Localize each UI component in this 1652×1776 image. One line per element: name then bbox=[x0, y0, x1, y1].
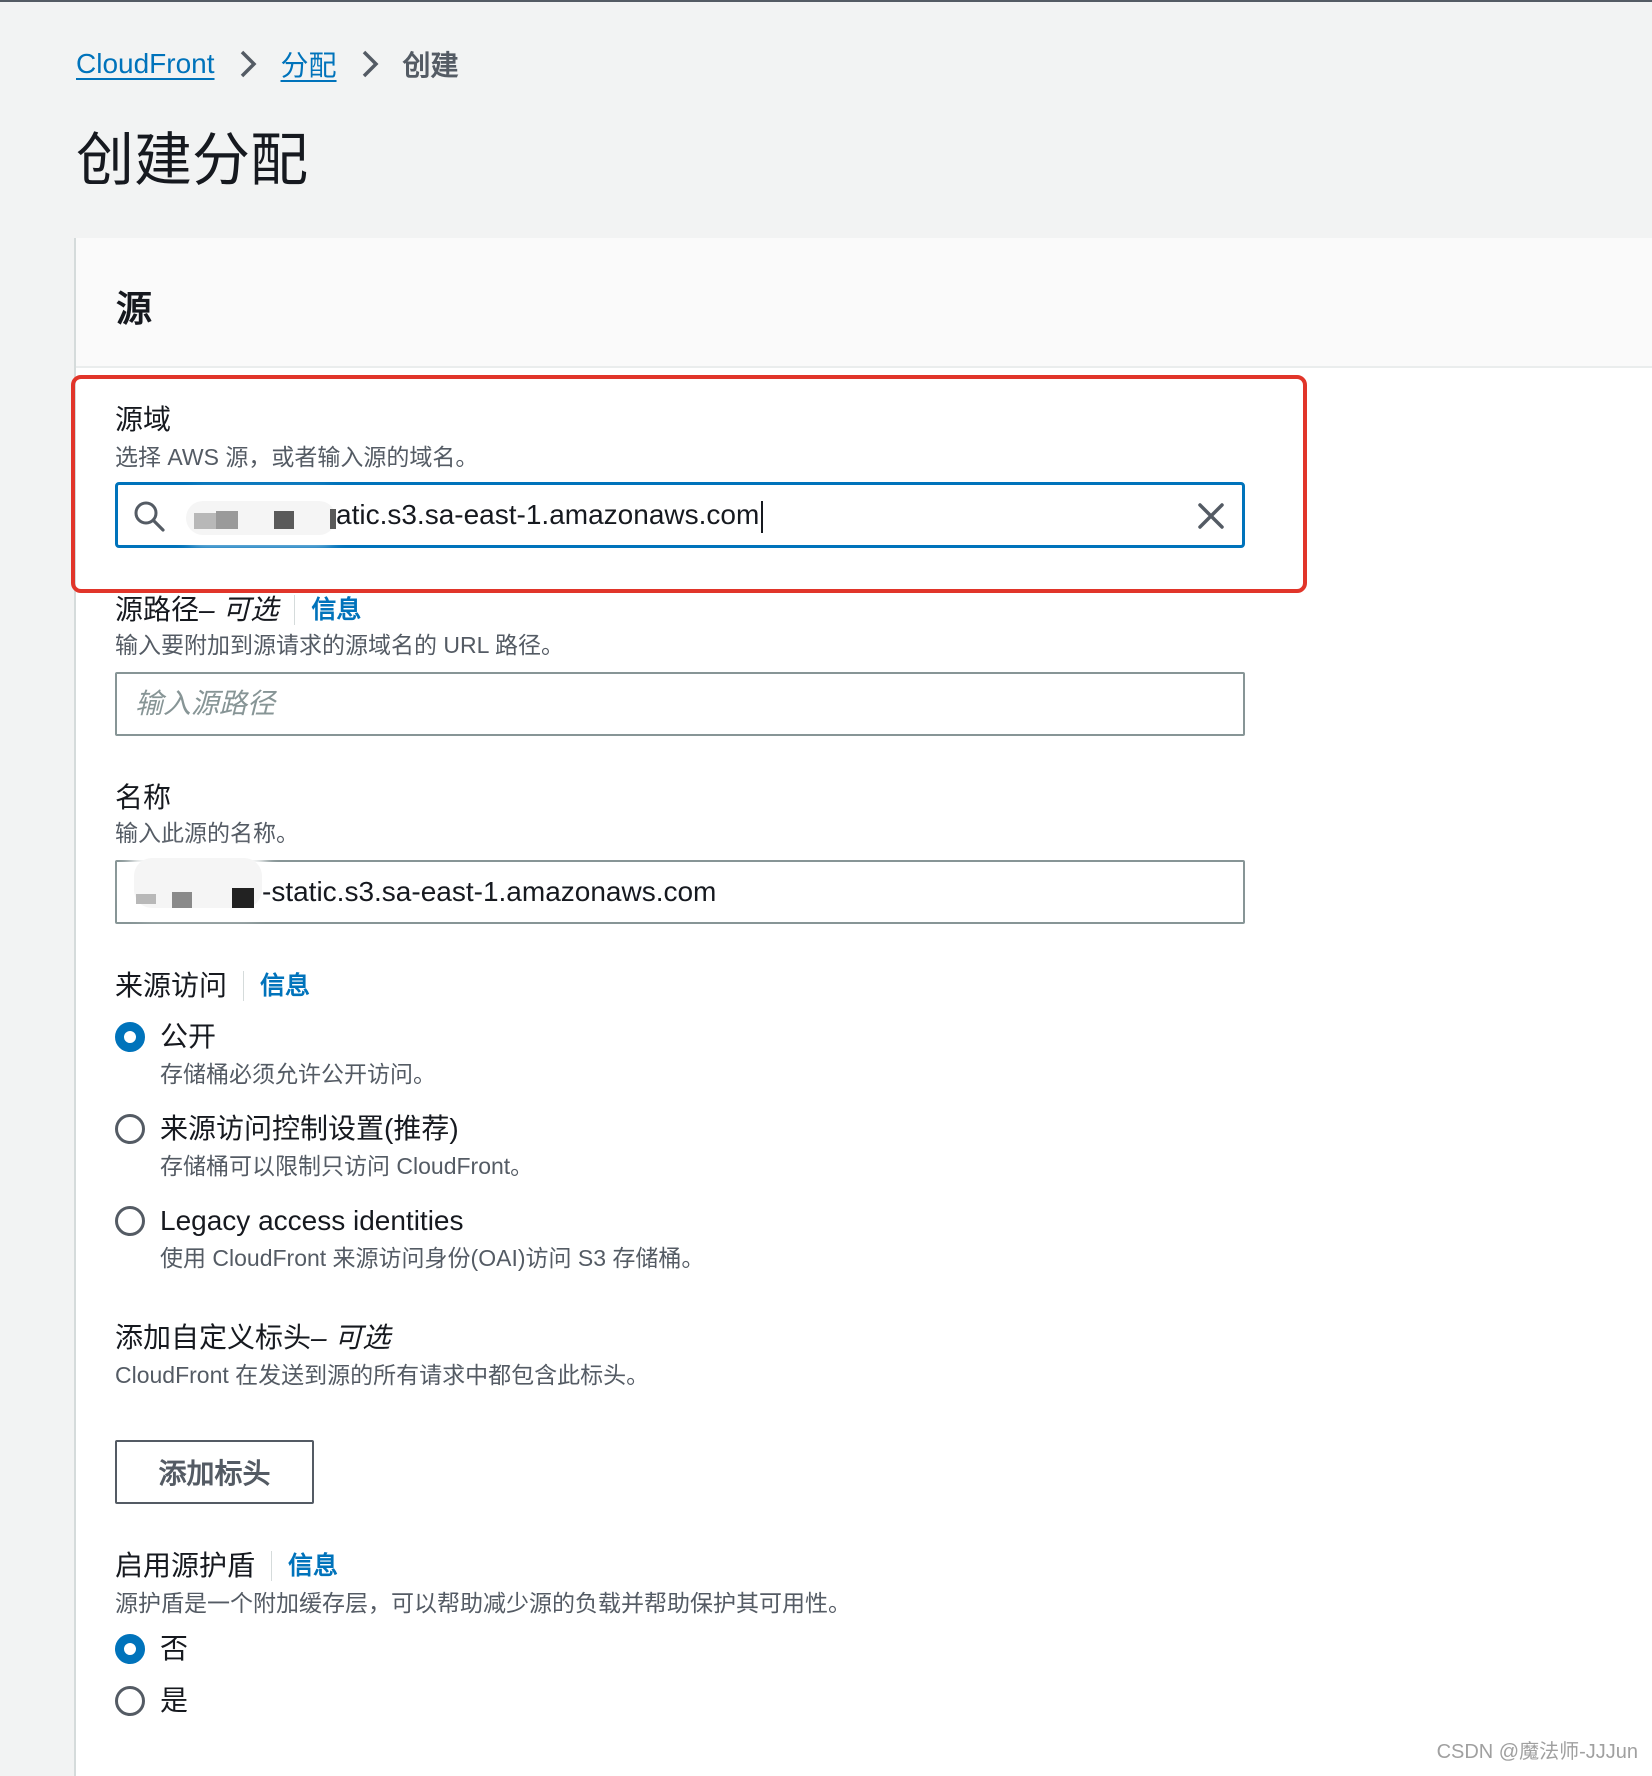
radio-public-label: 公开 bbox=[160, 1021, 217, 1052]
chevron-right-icon bbox=[240, 50, 256, 78]
radio-origin-access-control-label: 来源访问控制设置(推荐) bbox=[160, 1113, 459, 1144]
watermark: CSDN @魔法师-JJJun bbox=[1436, 1741, 1638, 1763]
origin-access-label: 来源访问 bbox=[115, 970, 228, 1001]
add-header-button[interactable]: 添加标头 bbox=[115, 1440, 314, 1504]
origin-domain-search-input[interactable]: atic.s3.sa-east-1.amazonaws.com bbox=[115, 482, 1245, 548]
radio-legacy-access-identities-description: 使用 CloudFront 来源访问身份(OAI)访问 S3 存储桶。 bbox=[160, 1245, 705, 1271]
origin-path-input[interactable] bbox=[115, 672, 1245, 736]
custom-headers-label: 添加自定义标头 bbox=[115, 1322, 312, 1353]
radio-legacy-access-identities-label: Legacy access identities bbox=[160, 1205, 464, 1236]
origin-access-info-link[interactable]: 信息 bbox=[260, 968, 310, 1004]
radio-origin-access-control[interactable] bbox=[115, 1114, 145, 1144]
custom-headers-description: CloudFront 在发送到源的所有请求中都包含此标头。 bbox=[115, 1362, 650, 1388]
redacted-blur bbox=[216, 511, 238, 529]
origin-path-label: 源路径 bbox=[115, 594, 200, 625]
breadcrumb-distributions-link[interactable]: 分配 bbox=[281, 44, 337, 84]
search-icon bbox=[134, 501, 165, 532]
name-label: 名称 bbox=[115, 782, 172, 813]
divider bbox=[243, 971, 245, 1001]
radio-shield-yes[interactable] bbox=[115, 1686, 145, 1716]
name-description: 输入此源的名称。 bbox=[115, 820, 299, 846]
text-caret bbox=[761, 500, 764, 533]
origin-path-info-link[interactable]: 信息 bbox=[311, 592, 361, 628]
divider bbox=[294, 595, 296, 625]
close-icon[interactable] bbox=[1194, 499, 1228, 533]
container-header: 源 bbox=[76, 238, 1652, 368]
origin-shield-description: 源护盾是一个附加缓存层，可以帮助减少源的负载并帮助保护其可用性。 bbox=[115, 1590, 851, 1616]
redacted-blur bbox=[194, 513, 216, 529]
section-title: 源 bbox=[116, 288, 153, 329]
breadcrumb-current: 创建 bbox=[402, 50, 459, 81]
radio-shield-yes-label: 是 bbox=[160, 1685, 189, 1716]
page-title: 创建分配 bbox=[76, 128, 309, 193]
radio-shield-no[interactable] bbox=[115, 1634, 145, 1664]
radio-legacy-access-identities[interactable] bbox=[115, 1206, 145, 1236]
origin-path-optional: – 可选 bbox=[199, 594, 279, 625]
breadcrumb-cloudfront-link[interactable]: CloudFront bbox=[76, 48, 215, 80]
divider bbox=[271, 1551, 273, 1581]
origin-access-label-row: 来源访问 信息 bbox=[115, 968, 310, 1004]
custom-headers-label-row: 添加自定义标头 – 可选 bbox=[115, 1320, 390, 1356]
custom-headers-optional: – 可选 bbox=[311, 1322, 391, 1353]
redacted-blur bbox=[274, 511, 294, 529]
radio-shield-no-label: 否 bbox=[160, 1633, 189, 1664]
origin-path-label-row: 源路径 – 可选 信息 bbox=[115, 592, 361, 628]
name-value: -static.s3.sa-east-1.amazonaws.com bbox=[262, 876, 717, 907]
radio-public[interactable] bbox=[115, 1022, 145, 1052]
origin-shield-label-row: 启用源护盾 信息 bbox=[115, 1548, 338, 1584]
origin-shield-info-link[interactable]: 信息 bbox=[288, 1548, 338, 1584]
redacted-blur bbox=[232, 888, 254, 908]
radio-origin-access-control-description: 存储桶可以限制只访问 CloudFront。 bbox=[160, 1153, 534, 1179]
redacted-blur bbox=[136, 894, 156, 904]
origin-shield-label: 启用源护盾 bbox=[115, 1550, 256, 1581]
radio-public-description: 存储桶必须允许公开访问。 bbox=[160, 1061, 436, 1087]
origin-path-description: 输入要附加到源请求的源域名的 URL 路径。 bbox=[115, 632, 564, 658]
breadcrumb: CloudFront 分配 创建 bbox=[76, 44, 459, 84]
top-border bbox=[0, 0, 1652, 2]
origin-domain-description: 选择 AWS 源，或者输入源的域名。 bbox=[115, 444, 479, 470]
origin-domain-value: atic.s3.sa-east-1.amazonaws.com bbox=[336, 497, 764, 533]
chevron-right-icon bbox=[362, 50, 379, 78]
origin-domain-label: 源域 bbox=[115, 404, 172, 435]
redacted-blur bbox=[172, 892, 192, 908]
